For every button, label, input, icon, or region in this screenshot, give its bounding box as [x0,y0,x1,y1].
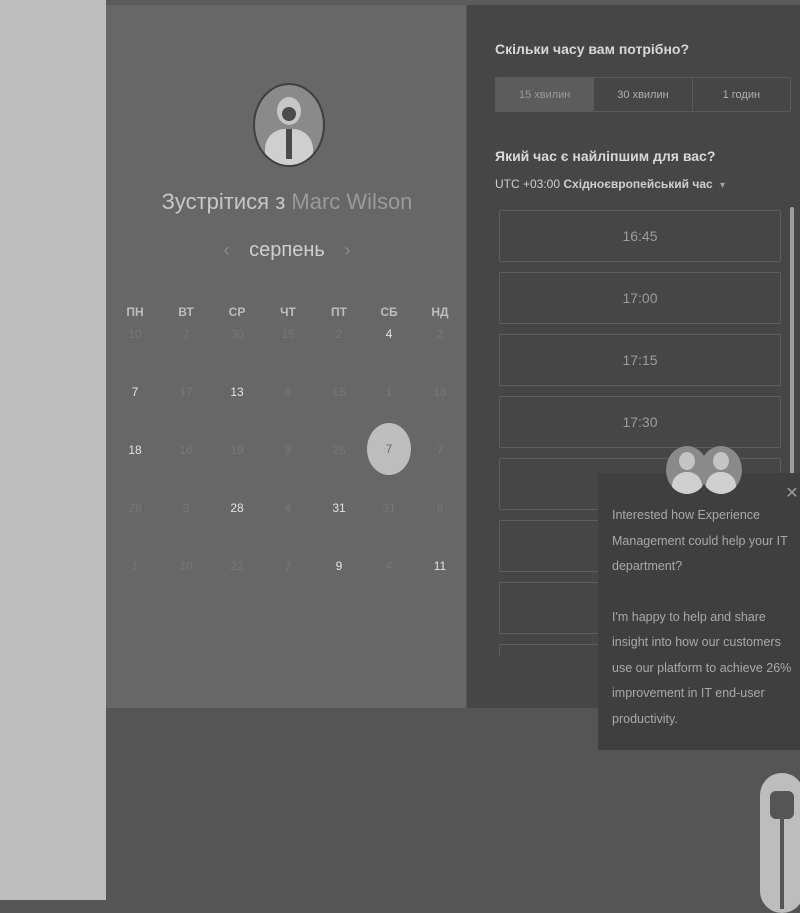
time-question: Який час є найліпшим для вас? [495,148,716,164]
time-slot[interactable]: 17:30 [499,396,781,448]
weekday-label: ПН [126,305,144,319]
calendar-day: 1 [131,559,139,573]
month-navigation: ‹ серпень › [106,239,468,262]
calendar-day[interactable]: 31 [319,501,359,515]
calendar-day: 4 [284,385,292,399]
calendar-day: 10 [179,559,193,573]
calendar-day: 10 [128,327,142,341]
avatar-face-shape [282,107,296,121]
chat-message-paragraph-1: Interested how Experience Management cou… [612,508,788,573]
time-slot[interactable]: 16:45 [499,210,781,262]
chat-avatar-head [679,452,695,470]
calendar-day: 17 [179,385,193,399]
caret-down-icon: ▾ [720,180,726,191]
weekday-label: ВТ [178,305,194,319]
chat-avatar-body [706,472,736,494]
calendar-day: 8 [436,501,444,515]
calendar-day: 31 [382,501,396,515]
calendar-day[interactable]: 4 [369,327,409,341]
calendar-day[interactable]: 18 [115,443,155,457]
meeting-title: Зустрітися з Marc Wilson [106,189,468,215]
chat-launcher-stem [780,819,784,909]
duration-option-30min[interactable]: 30 хвилин [594,78,693,111]
calendar-day: 26 [332,443,346,457]
calendar-day: 1 [385,385,393,399]
calendar-day: 18 [433,385,447,399]
time-slot[interactable]: 17:15 [499,334,781,386]
weekday-label: СР [228,305,246,319]
chevron-left-icon[interactable]: ‹ [210,240,244,260]
calendar-day: 7 [284,559,292,573]
chat-launcher-icon [770,791,794,819]
chat-message: Interested how Experience Management cou… [612,503,798,732]
chat-popup: ✕ Interested how Experience Management c… [598,473,800,750]
calendar-day: 4 [284,501,292,515]
calendar-day: 2 [436,327,444,341]
calendar-day: 16 [179,443,193,457]
calendar-day: 28 [128,501,142,515]
calendar-day-selected[interactable]: 7 [367,423,411,475]
month-label: серпень [249,239,325,261]
calendar-day: 7 [182,327,190,341]
calendar-day[interactable]: 9 [319,559,359,573]
timezone-selector[interactable]: UTC +03:00 Східноєвропейський час ▾ [495,177,725,191]
calendar-day: 19 [230,443,244,457]
calendar-day: 18 [332,385,346,399]
chat-agent-avatar-2 [700,446,742,494]
weekday-label: ПТ [331,305,347,319]
timezone-offset: UTC +03:00 [495,177,561,191]
timezone-name: Східноєвропейський час [563,177,713,191]
avatar-tie-shape [286,129,292,159]
chevron-right-icon[interactable]: › [330,240,364,260]
meeting-title-prefix: Зустрітися з [161,189,286,214]
calendar-day: 4 [385,559,393,573]
calendar-day: 3 [182,501,190,515]
calendar-day[interactable]: 13 [217,385,257,399]
calendar-day: 22 [230,559,244,573]
calendar-day: 9 [284,443,292,457]
duration-option-15min[interactable]: 15 хвилин [496,78,595,111]
chat-message-paragraph-2: I'm happy to help and share insight into… [612,609,792,726]
calendar-day: 15 [281,327,295,341]
chat-launcher-button[interactable] [760,773,800,913]
weekday-label: НД [431,305,449,319]
calendar-day: 7 [436,443,444,457]
chat-avatar-head [713,452,729,470]
time-slot[interactable]: 17:00 [499,272,781,324]
page-left-gutter [0,0,106,900]
duration-question: Скільки часу вам потрібно? [495,41,690,57]
weekday-label: ЧТ [280,305,296,319]
calendar-day[interactable]: 28 [217,501,257,515]
weekday-label: СБ [380,305,398,319]
calendar-panel: Зустрітися з Marc Wilson ‹ серпень › ПН В… [106,5,466,710]
calendar-day: 30 [230,327,244,341]
calendar-day: 2 [335,327,343,341]
calendar-day[interactable]: 11 [420,559,460,573]
host-name: Marc Wilson [291,189,413,214]
calendar-day[interactable]: 7 [115,385,155,399]
chat-avatar-body [672,472,702,494]
time-slot-scrollbar[interactable] [790,207,794,497]
duration-selector: 15 хвилин 30 хвилин 1 годин [495,77,791,112]
close-icon[interactable]: ✕ [784,483,800,503]
host-avatar [253,83,325,167]
duration-option-1hour[interactable]: 1 годин [693,78,790,111]
